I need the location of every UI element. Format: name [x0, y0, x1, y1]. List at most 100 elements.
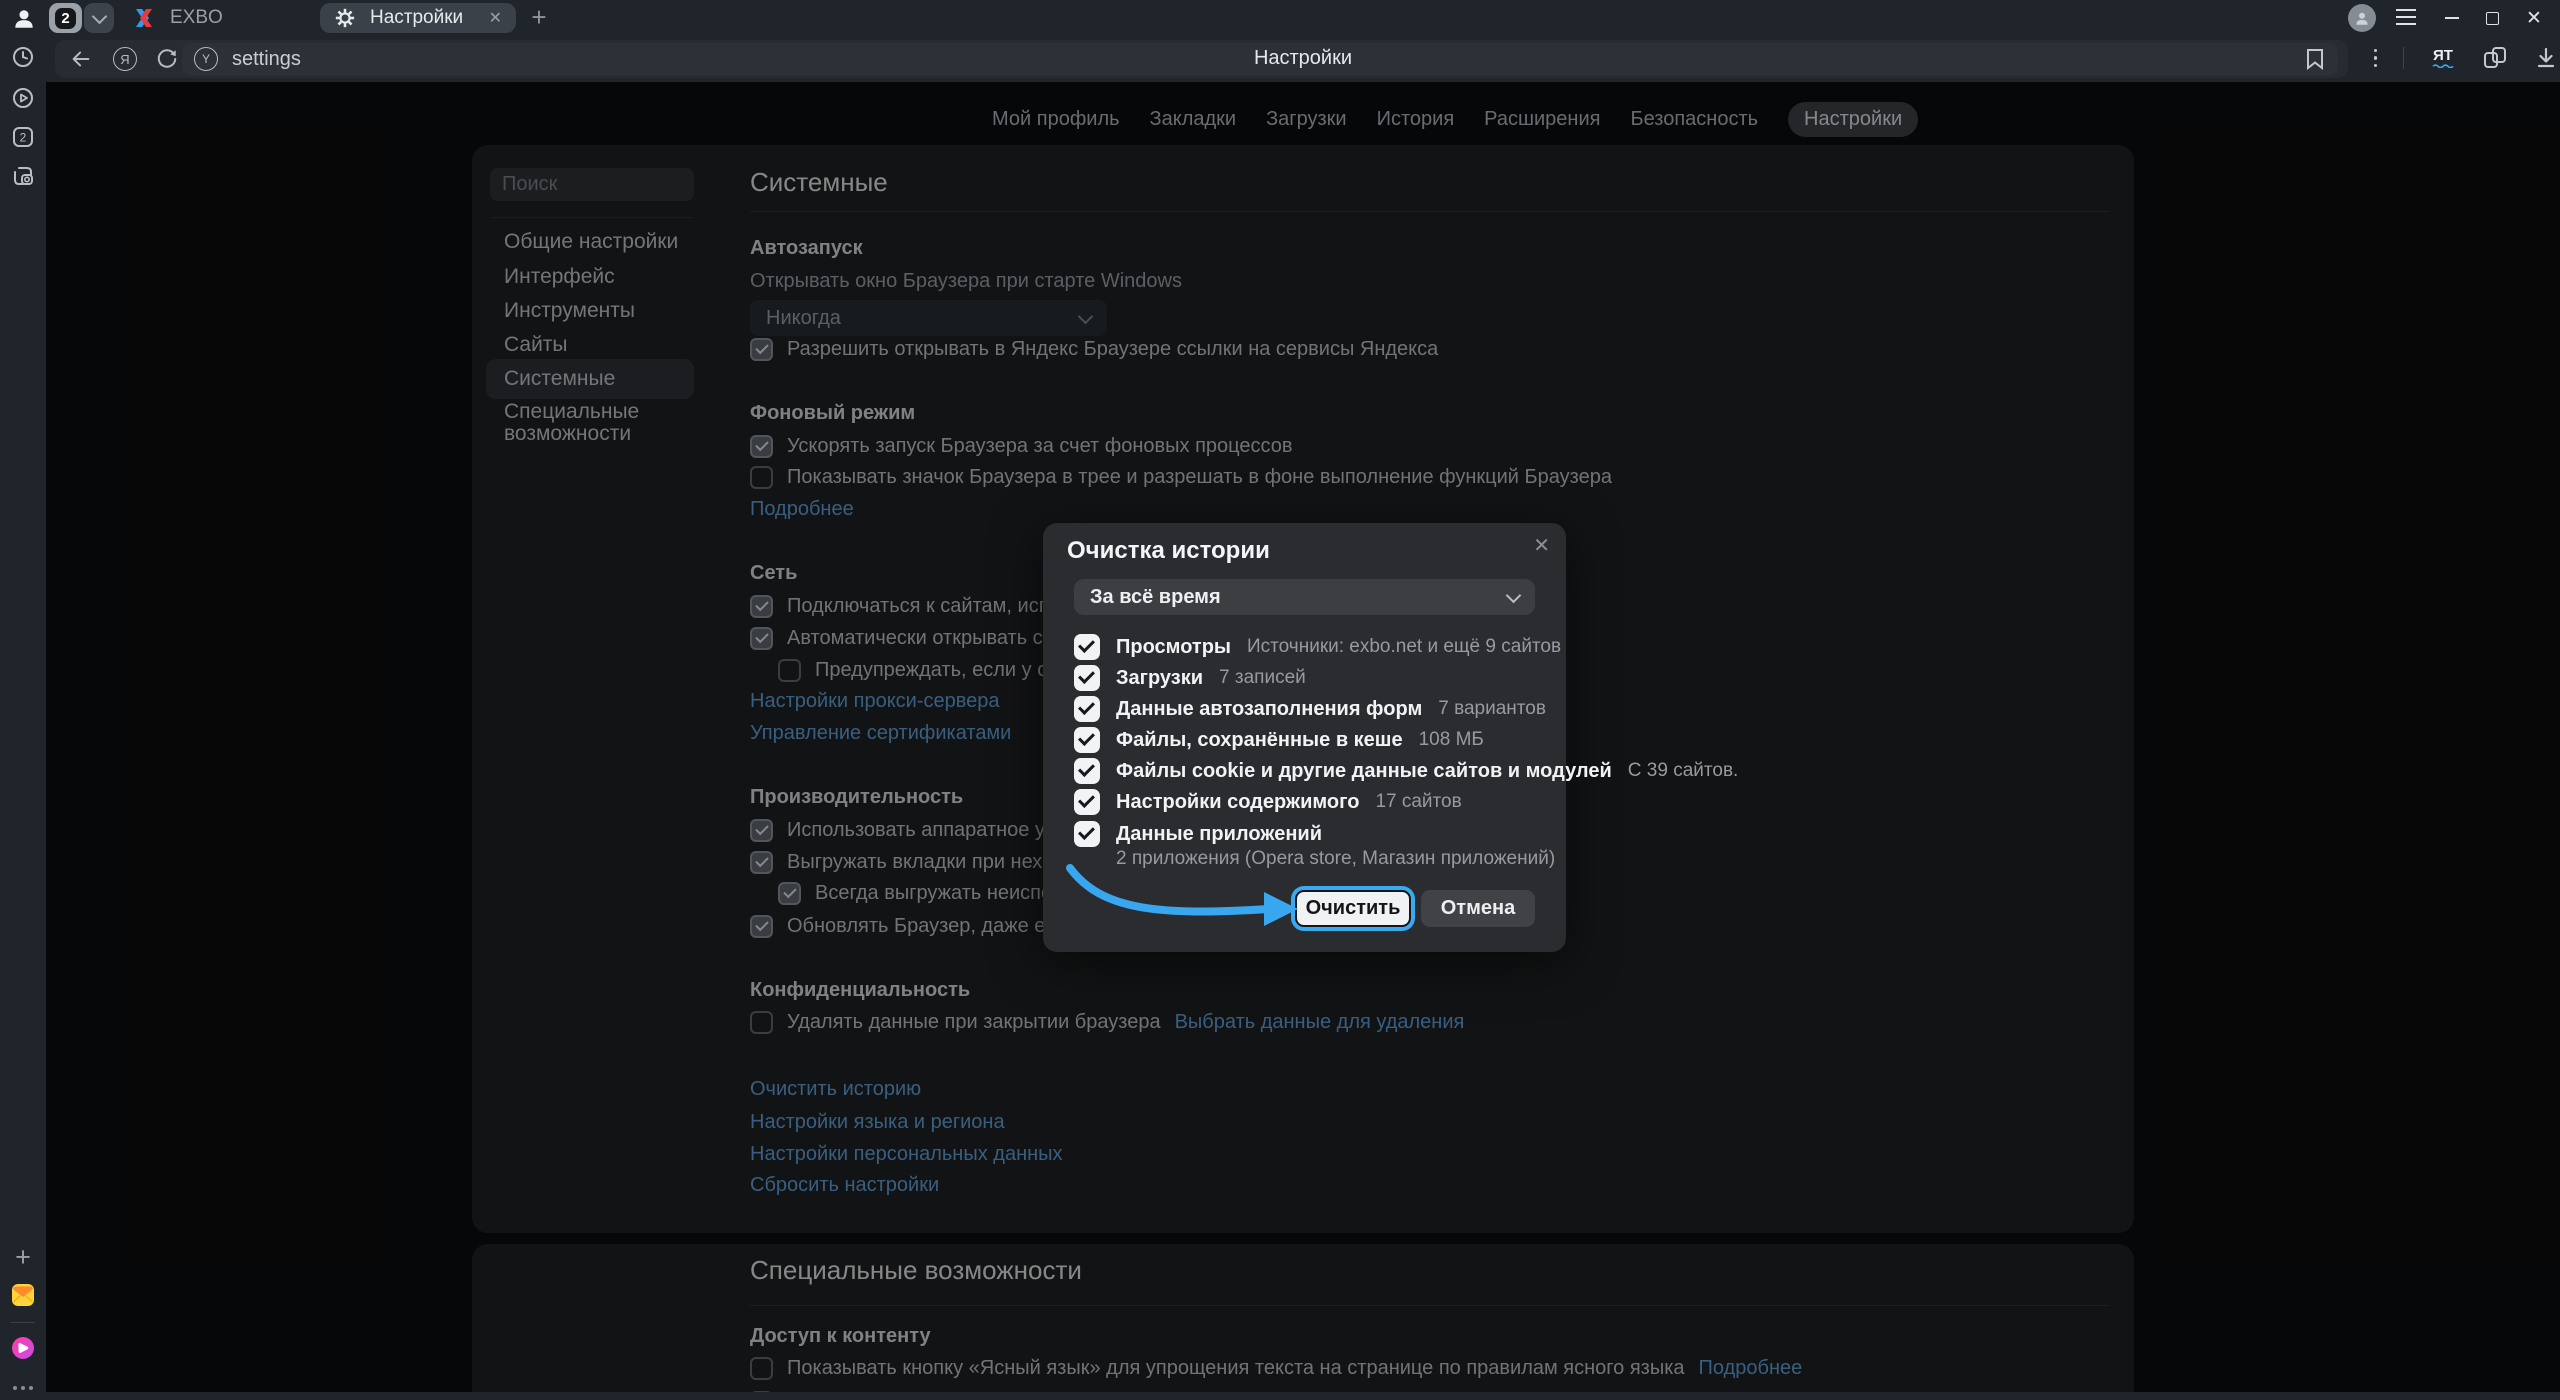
dialog-close-icon[interactable]: ✕ — [1533, 533, 1550, 558]
proxy-settings-link[interactable]: Настройки прокси-сервера — [750, 690, 1000, 713]
chevron-down-icon — [1078, 308, 1094, 324]
nav-tab-profile[interactable]: Мой профиль — [992, 108, 1120, 131]
row-label: Файлы cookie и другие данные сайтов и мо… — [1116, 760, 1612, 783]
camera-icon — [11, 164, 35, 188]
autostart-select[interactable]: Никогда — [750, 300, 1107, 336]
checkbox[interactable] — [778, 882, 801, 905]
tab-exbo[interactable]: EXBO — [118, 3, 314, 33]
collections-button[interactable] — [2482, 45, 2508, 71]
checkbox-label: Показывать значок Браузера в трее и разр… — [787, 466, 1612, 489]
nav-tab-bookmarks[interactable]: Закладки — [1150, 108, 1237, 131]
reload-icon — [156, 48, 178, 70]
tab-settings[interactable]: Настройки ✕ — [320, 3, 516, 33]
restore-button[interactable] — [2472, 0, 2512, 36]
sidebar-item-interface[interactable]: Интерфейс — [504, 261, 615, 293]
more-link[interactable]: Подробнее — [1699, 1357, 1803, 1380]
checkbox[interactable] — [750, 819, 773, 842]
checkbox[interactable] — [750, 466, 773, 489]
section-title: Специальные возможности — [750, 1255, 1082, 1286]
clear-history-link[interactable]: Очистить историю — [750, 1078, 921, 1101]
autostart-label: Открывать окно Браузера при старте Windo… — [750, 270, 1182, 293]
reload-button[interactable] — [155, 47, 179, 71]
nav-tab-downloads[interactable]: Загрузки — [1266, 108, 1347, 131]
checkbox[interactable] — [750, 851, 773, 874]
add-panel-button[interactable]: + — [11, 1245, 35, 1269]
checkbox[interactable] — [750, 1011, 773, 1034]
reset-settings-link[interactable]: Сбросить настройки — [750, 1174, 939, 1197]
close-window-button[interactable]: ✕ — [2514, 0, 2554, 36]
checkbox[interactable] — [1074, 665, 1100, 691]
screenshot-button[interactable] — [11, 164, 35, 188]
more-button[interactable] — [11, 1376, 35, 1400]
tab-group-control[interactable]: 2 — [49, 3, 114, 33]
mail-button[interactable] — [11, 1283, 35, 1307]
yandex-button[interactable]: Я — [113, 47, 137, 71]
clear-button[interactable]: Очистить — [1295, 890, 1411, 927]
side-rail: 2 + — [0, 36, 46, 1392]
extensions-menu-button[interactable] — [2374, 49, 2378, 68]
certificates-link[interactable]: Управление сертификатами — [750, 722, 1011, 745]
sync-avatar[interactable] — [2348, 4, 2376, 32]
nav-tab-security[interactable]: Безопасность — [1630, 108, 1758, 131]
checkbox[interactable] — [778, 659, 801, 682]
nav-tab-extensions[interactable]: Расширения — [1484, 108, 1600, 131]
media-button[interactable] — [11, 86, 35, 110]
checkbox[interactable] — [750, 627, 773, 650]
checkbox[interactable] — [1074, 634, 1100, 660]
checkbox[interactable] — [1074, 821, 1100, 847]
downloads-button[interactable] — [2534, 46, 2558, 70]
sidebar-item-system[interactable]: Системные — [504, 363, 615, 395]
tab-close-icon[interactable]: ✕ — [489, 8, 502, 28]
tab-group-dropdown[interactable] — [84, 3, 114, 33]
checkbox[interactable] — [750, 435, 773, 458]
checkbox[interactable] — [750, 338, 773, 361]
url-text[interactable]: settings — [232, 48, 301, 71]
language-settings-link[interactable]: Настройки языка и региона — [750, 1111, 1005, 1134]
checkbox[interactable] — [1074, 789, 1100, 815]
row-detail: 2 приложения (Opera store, Магазин прило… — [1116, 848, 1555, 870]
checkbox[interactable] — [750, 915, 773, 938]
back-icon — [70, 48, 92, 70]
checkbox[interactable] — [750, 1357, 773, 1380]
more-link[interactable]: Подробнее — [750, 498, 854, 521]
menu-button[interactable] — [2396, 9, 2416, 25]
minimize-button[interactable] — [2432, 0, 2472, 36]
choose-data-link[interactable]: Выбрать данные для удаления — [1175, 1011, 1465, 1034]
content-access-heading: Доступ к контенту — [750, 1320, 931, 1352]
nav-tab-history[interactable]: История — [1377, 108, 1455, 131]
translate-button[interactable]: ЯТ — [2430, 49, 2456, 68]
row-detail: 7 вариантов — [1438, 698, 1546, 720]
clear-history-dialog: Очистка истории ✕ За всё время Просмотры… — [1043, 523, 1566, 952]
back-button[interactable] — [69, 47, 93, 71]
alice-button[interactable] — [11, 1336, 35, 1360]
ellipsis-icon — [13, 1386, 33, 1390]
gear-icon — [334, 7, 356, 29]
checkbox[interactable] — [1074, 727, 1100, 753]
tabs-panel-button[interactable]: 2 — [11, 125, 35, 149]
history-button[interactable] — [11, 45, 35, 69]
checkbox[interactable] — [1074, 696, 1100, 722]
collections-icon — [2482, 45, 2508, 71]
new-tab-button[interactable]: + — [524, 2, 554, 32]
period-select[interactable]: За всё время — [1074, 579, 1535, 615]
sidebar-item-general[interactable]: Общие настройки — [504, 226, 678, 258]
sidebar-item-tools[interactable]: Инструменты — [504, 295, 635, 327]
search-input[interactable] — [490, 168, 694, 201]
sidebar-item-sites[interactable]: Сайты — [504, 329, 568, 361]
bookmark-button[interactable] — [2303, 47, 2327, 71]
protect-icon[interactable]: Y — [194, 47, 218, 71]
checkbox[interactable] — [750, 595, 773, 618]
personal-data-link[interactable]: Настройки персональных данных — [750, 1143, 1063, 1166]
yandex-icon: Я — [113, 47, 137, 71]
sidebar-item-accessibility[interactable]: Специальные возможности — [504, 401, 684, 445]
cancel-button[interactable]: Отмена — [1421, 890, 1535, 927]
nav-tab-settings[interactable]: Настройки — [1788, 102, 1918, 137]
tab-counter[interactable]: 2 — [49, 3, 82, 33]
bookmark-flag-icon — [2305, 48, 2325, 70]
background-heading: Фоновый режим — [750, 397, 915, 429]
row-detail: 7 записей — [1219, 667, 1306, 689]
address-bar[interactable]: Y settings — [182, 43, 2338, 75]
profile-avatar[interactable] — [10, 4, 38, 32]
divider — [750, 211, 2110, 212]
checkbox[interactable] — [1074, 758, 1100, 784]
